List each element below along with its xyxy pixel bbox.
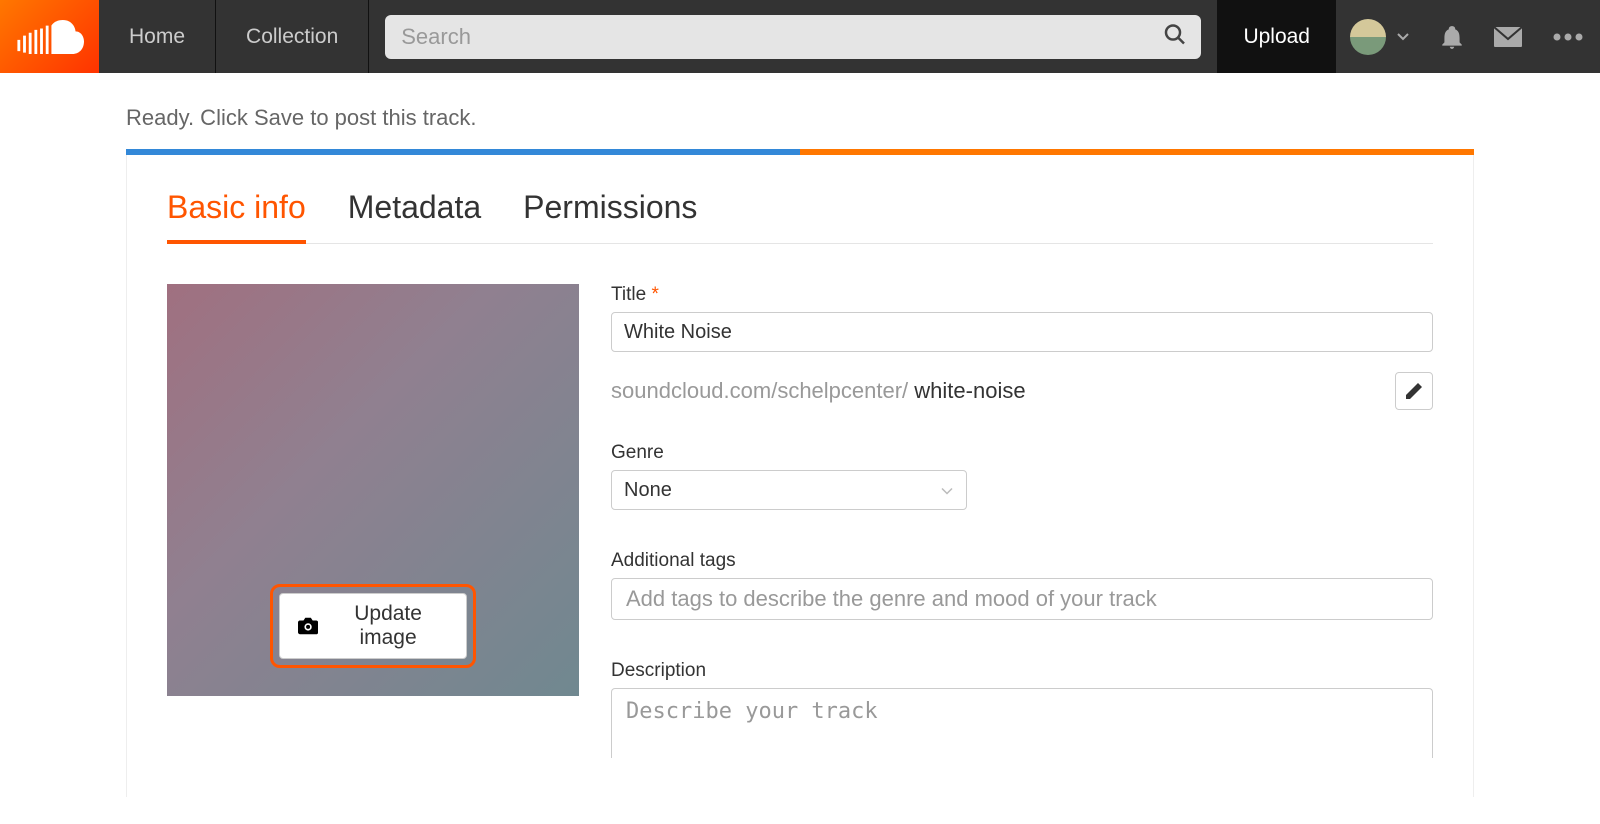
search-container (369, 0, 1217, 73)
genre-select[interactable]: None (611, 470, 967, 510)
update-image-button[interactable]: Update image (279, 593, 467, 659)
tags-field-group: Additional tags (611, 550, 1433, 648)
genre-label: Genre (611, 442, 1433, 464)
app-header: Home Collection Upload (0, 0, 1600, 73)
update-image-label: Update image (328, 602, 448, 650)
update-image-highlight: Update image (270, 584, 476, 668)
upload-panel: Basic info Metadata Permissions Update i… (126, 155, 1474, 797)
cloud-icon (16, 17, 84, 57)
more-button[interactable] (1536, 0, 1600, 73)
description-textarea[interactable] (611, 688, 1433, 758)
more-icon (1553, 33, 1583, 41)
chevron-down-icon (1396, 28, 1410, 46)
notifications-button[interactable] (1424, 0, 1480, 73)
soundcloud-logo[interactable] (0, 0, 99, 73)
content-area: Ready. Click Save to post this track. Ba… (0, 73, 1600, 797)
tab-permissions[interactable]: Permissions (523, 189, 697, 243)
title-field-group: Title * (611, 284, 1433, 352)
upload-button[interactable]: Upload (1217, 0, 1336, 73)
pencil-icon (1404, 381, 1424, 401)
track-artwork: Update image (167, 284, 579, 696)
edit-permalink-button[interactable] (1395, 372, 1433, 410)
title-label: Title * (611, 284, 1433, 306)
nav-home[interactable]: Home (99, 0, 216, 73)
description-label: Description (611, 660, 1433, 682)
nav-collection[interactable]: Collection (216, 0, 369, 73)
mail-icon (1493, 26, 1523, 48)
genre-field-group: Genre None (611, 442, 1433, 538)
permalink-row: soundcloud.com/schelpcenter/ white-noise (611, 372, 1433, 410)
status-message: Ready. Click Save to post this track. (0, 73, 1600, 149)
avatar (1350, 19, 1386, 55)
permalink-slug: white-noise (914, 378, 1025, 403)
tab-metadata[interactable]: Metadata (348, 189, 481, 243)
camera-icon (298, 617, 318, 635)
tab-basic-info[interactable]: Basic info (167, 189, 306, 244)
tags-input[interactable] (611, 578, 1433, 620)
upload-progress (126, 149, 1474, 155)
form-fields: Title * soundcloud.com/schelpcenter/ whi… (611, 284, 1433, 763)
user-menu[interactable] (1336, 0, 1424, 73)
form-area: Update image Title * soundcloud.com/sche… (167, 284, 1433, 763)
permalink-text: soundcloud.com/schelpcenter/ white-noise (611, 378, 1026, 404)
required-indicator: * (651, 284, 658, 305)
description-field-group: Description (611, 660, 1433, 763)
tabs: Basic info Metadata Permissions (167, 189, 1433, 244)
chevron-down-icon (940, 479, 954, 502)
search-icon[interactable] (1163, 22, 1187, 51)
bell-icon (1439, 24, 1465, 50)
tags-label: Additional tags (611, 550, 1433, 572)
title-input[interactable] (611, 312, 1433, 352)
search-input[interactable] (385, 15, 1201, 59)
messages-button[interactable] (1480, 0, 1536, 73)
genre-value: None (624, 479, 672, 502)
search-box (385, 15, 1201, 59)
